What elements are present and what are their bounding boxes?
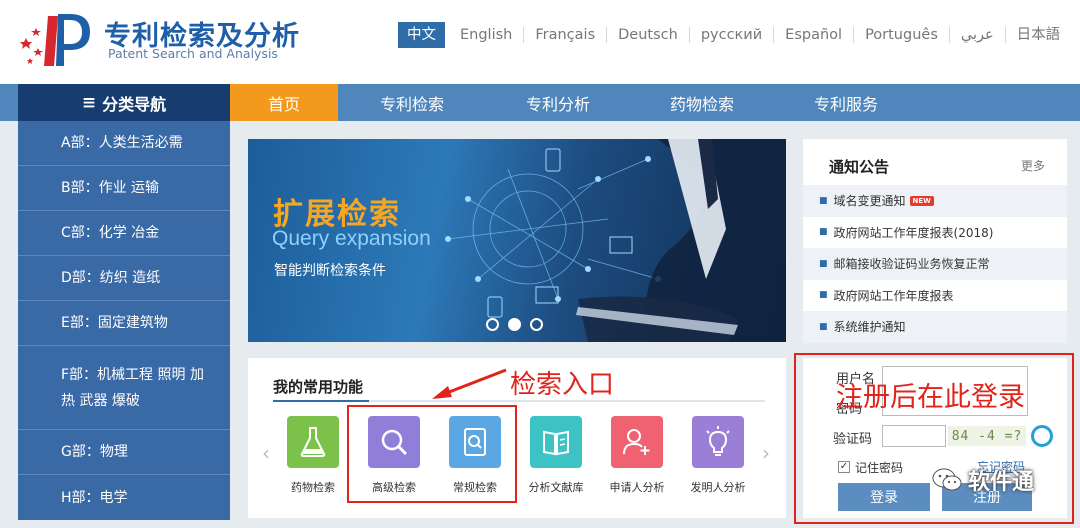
sidebar-item-f[interactable]: F部：机械工程 照明 加热 武器 爆破 bbox=[18, 346, 230, 430]
notice-item[interactable]: ■ 邮箱接收验证码业务恢复正常 bbox=[803, 248, 1067, 280]
lang-ru[interactable]: русский bbox=[690, 27, 775, 43]
sidebar-item-c[interactable]: C部：化学 冶金 bbox=[18, 211, 230, 256]
lang-ar[interactable]: عربي bbox=[950, 27, 1006, 43]
lang-zh[interactable]: 中文 bbox=[398, 22, 445, 48]
nav-drug-search[interactable]: 药物检索 bbox=[646, 84, 758, 121]
nav-patent-search[interactable]: 专利检索 bbox=[356, 84, 468, 121]
bullet-icon: ■ bbox=[819, 258, 828, 269]
menu-icon: ≡ bbox=[81, 92, 97, 113]
func-label: 分析文献库 bbox=[528, 481, 584, 494]
sidebar-item-b[interactable]: B部：作业 运输 bbox=[18, 166, 230, 211]
watermark: 软件通 bbox=[932, 464, 1034, 496]
notice-item[interactable]: ■ 域名变更通知 NEW bbox=[803, 185, 1067, 217]
chevron-left-icon[interactable]: ‹ bbox=[262, 441, 270, 465]
banner-title-en: Query expansion bbox=[272, 227, 431, 250]
func-analysis-library[interactable]: 分析文献库 bbox=[516, 416, 596, 495]
bullet-icon: ■ bbox=[819, 227, 828, 238]
notice-title: 通知公告 bbox=[829, 158, 890, 176]
bullet-icon: ■ bbox=[819, 290, 828, 301]
lightbulb-icon bbox=[692, 416, 744, 468]
notice-item-text: 政府网站工作年度报表 bbox=[833, 288, 954, 303]
add-user-icon bbox=[611, 416, 663, 468]
bullet-icon: ■ bbox=[819, 195, 828, 206]
flask-icon bbox=[287, 416, 339, 468]
lang-fr[interactable]: Français bbox=[524, 27, 608, 43]
func-label: 发明人分析 bbox=[690, 481, 746, 494]
new-badge: NEW bbox=[909, 195, 934, 206]
notice-item-text: 系统维护通知 bbox=[833, 320, 906, 335]
carousel-dot-2[interactable] bbox=[508, 318, 521, 331]
notice-item-text: 邮箱接收验证码业务恢复正常 bbox=[833, 257, 990, 272]
notice-item[interactable]: ■ 政府网站工作年度报表(2018) bbox=[803, 217, 1067, 249]
divider-active bbox=[273, 400, 369, 402]
lang-es[interactable]: Español bbox=[774, 27, 855, 43]
category-nav-label: 分类导航 bbox=[102, 94, 167, 114]
carousel-dot-1[interactable] bbox=[486, 318, 499, 331]
chevron-right-icon[interactable]: › bbox=[762, 441, 770, 465]
bullet-icon: ■ bbox=[819, 321, 828, 332]
login-annotation: 注册后在此登录 bbox=[836, 382, 1025, 413]
arrow-icon bbox=[432, 368, 507, 399]
header: 专利检索及分析 Patent Search and Analysis 中文 En… bbox=[0, 0, 1080, 84]
hero-banner[interactable]: 扩展检索 Query expansion 智能判断检索条件 bbox=[248, 139, 786, 342]
nav-patent-service[interactable]: 专利服务 bbox=[790, 84, 902, 121]
site-logo-icon[interactable] bbox=[18, 8, 94, 68]
book-icon bbox=[530, 416, 582, 468]
notice-list: ■ 域名变更通知 NEW ■ 政府网站工作年度报表(2018) ■ 邮箱接收验证… bbox=[803, 185, 1067, 343]
notice-panel: 通知公告 更多 ■ 域名变更通知 NEW ■ 政府网站工作年度报表(2018) … bbox=[803, 139, 1067, 343]
lang-en[interactable]: English bbox=[449, 27, 525, 43]
network-illustration-icon bbox=[445, 139, 786, 342]
notice-item[interactable]: ■ 政府网站工作年度报表 bbox=[803, 280, 1067, 312]
category-nav-button[interactable]: ≡ 分类导航 bbox=[18, 84, 230, 121]
notice-more-link[interactable]: 更多 bbox=[1021, 157, 1045, 174]
site-subtitle: Patent Search and Analysis bbox=[108, 46, 278, 61]
nav-home[interactable]: 首页 bbox=[230, 84, 338, 121]
sidebar-item-g[interactable]: G部：物理 bbox=[18, 430, 230, 475]
notice-item[interactable]: ■ 系统维护通知 bbox=[803, 311, 1067, 343]
nav-patent-analysis[interactable]: 专利分析 bbox=[502, 84, 614, 121]
wechat-icon bbox=[932, 468, 962, 491]
lang-de[interactable]: Deutsch bbox=[607, 27, 690, 43]
func-label: 申请人分析 bbox=[609, 481, 665, 494]
sidebar-item-h[interactable]: H部：电学 bbox=[18, 475, 230, 520]
carousel-dots bbox=[486, 318, 552, 331]
category-sidebar: A部：人类生活必需 B部：作业 运输 C部：化学 冶金 D部：纺织 造纸 E部：… bbox=[18, 121, 230, 520]
functions-title: 我的常用功能 bbox=[273, 378, 364, 396]
notice-item-text: 域名变更通知 bbox=[833, 194, 906, 209]
notice-item-text: 政府网站工作年度报表(2018) bbox=[833, 225, 994, 240]
main-nav: ≡ 分类导航 首页 专利检索 专利分析 药物检索 专利服务 bbox=[0, 84, 1080, 121]
sidebar-item-a[interactable]: A部：人类生活必需 bbox=[18, 121, 230, 166]
func-inventor-analysis[interactable]: 发明人分析 bbox=[678, 416, 758, 495]
search-entry-highlight bbox=[347, 405, 517, 503]
sidebar-item-e[interactable]: E部：固定建筑物 bbox=[18, 301, 230, 346]
lang-pt[interactable]: Português bbox=[854, 27, 950, 43]
lang-ja[interactable]: 日本語 bbox=[1006, 27, 1072, 43]
search-entry-annotation: 检索入口 bbox=[510, 370, 615, 400]
func-applicant-analysis[interactable]: 申请人分析 bbox=[597, 416, 677, 495]
sidebar-item-d[interactable]: D部：纺织 造纸 bbox=[18, 256, 230, 301]
func-label: 药物检索 bbox=[291, 481, 335, 494]
language-switcher: 中文 English Français Deutsch русский Espa… bbox=[398, 22, 1071, 48]
carousel-dot-3[interactable] bbox=[530, 318, 543, 331]
watermark-text: 软件通 bbox=[968, 470, 1035, 495]
func-drug-search[interactable]: 药物检索 bbox=[273, 416, 353, 495]
banner-subtitle: 智能判断检索条件 bbox=[274, 263, 386, 279]
